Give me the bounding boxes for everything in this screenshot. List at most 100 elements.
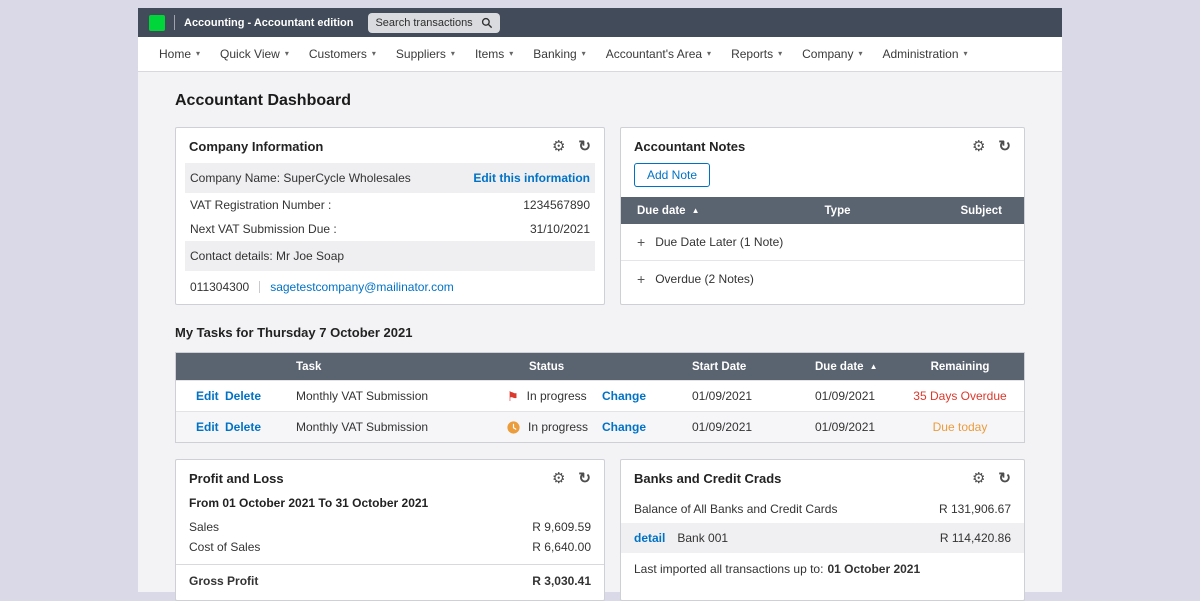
phone-email-row: 011304300 sagetestcompany@mailinator.com [185, 271, 595, 304]
tasks-header-status: Status [502, 361, 596, 373]
task-edit-link[interactable]: Edit [176, 389, 222, 403]
pl-label: Cost of Sales [189, 540, 260, 554]
app-logo [149, 15, 165, 31]
task-remaining: 35 Days Overdue [896, 389, 1024, 403]
pl-total-label: Gross Profit [189, 574, 258, 588]
banks-and-credit-cards-card: Banks and Credit Crads ⚙ ↻ Balance of Al… [620, 459, 1025, 601]
nav-item-company[interactable]: Company▾ [802, 47, 862, 61]
tasks-table: Task Status Start Date Due date ▲ Remain… [175, 352, 1025, 443]
nav-label: Customers [309, 47, 367, 61]
expand-plus-icon[interactable]: + [637, 235, 645, 249]
notes-header-due-date: Due date [637, 205, 686, 217]
nav-label: Accountant's Area [606, 47, 702, 61]
notes-header-subject: Subject [904, 205, 1024, 217]
chevron-down-icon: ▾ [964, 50, 968, 58]
settings-gear-icon[interactable]: ⚙ [552, 471, 565, 486]
app-window: Accounting - Accountant edition Home▾ Qu… [138, 8, 1062, 592]
task-status: In progress [502, 420, 596, 434]
refresh-icon[interactable]: ↻ [998, 139, 1011, 154]
task-edit-link[interactable]: Edit [176, 420, 222, 434]
task-delete-link[interactable]: Delete [222, 389, 288, 403]
settings-gear-icon[interactable]: ⚙ [972, 471, 985, 486]
task-due-date: 01/09/2021 [801, 420, 896, 434]
email-link[interactable]: sagetestcompany@mailinator.com [270, 280, 454, 294]
last-imported-date: 01 October 2021 [827, 562, 920, 576]
card-header: Profit and Loss ⚙ ↻ [176, 460, 604, 495]
search-box[interactable] [368, 13, 500, 33]
nav-item-reports[interactable]: Reports▾ [731, 47, 782, 61]
nav-item-suppliers[interactable]: Suppliers ▾ [396, 47, 455, 61]
note-group-label: Due Date Later (1 Note) [655, 235, 783, 249]
bank-name: Bank 001 [677, 531, 728, 545]
accountant-notes-title: Accountant Notes [634, 139, 745, 154]
nav-item-administration[interactable]: Administration▾ [882, 47, 967, 61]
company-information-title: Company Information [189, 139, 323, 154]
notes-group-overdue[interactable]: + Overdue (2 Notes) [621, 261, 1024, 297]
tasks-header-due-date: Due date [815, 361, 864, 373]
chevron-down-icon: ▾ [196, 50, 200, 58]
card-icons: ⚙ ↻ [552, 139, 591, 154]
next-vat-row: Next VAT Submission Due : 31/10/2021 [185, 217, 595, 241]
edit-company-info-link[interactable]: Edit this information [473, 171, 590, 185]
phone-number: 011304300 [190, 280, 249, 294]
nav-label: Banking [533, 47, 576, 61]
sort-asc-icon: ▲ [692, 207, 700, 215]
bank-account-left: detail Bank 001 [634, 531, 728, 545]
add-note-row: Add Note [621, 163, 1024, 197]
add-note-button[interactable]: Add Note [634, 163, 710, 187]
card-icons: ⚙ ↻ [972, 471, 1011, 486]
nav-label: Suppliers [396, 47, 446, 61]
nav-item-home[interactable]: Home▾ [159, 47, 200, 61]
refresh-icon[interactable]: ↻ [578, 139, 591, 154]
search-input[interactable] [375, 17, 477, 29]
tasks-header-start-date: Start Date [686, 361, 801, 373]
accountant-notes-card: Accountant Notes ⚙ ↻ Add Note Due date ▲… [620, 127, 1025, 305]
task-start-date: 01/09/2021 [686, 389, 801, 403]
card-header: Banks and Credit Crads ⚙ ↻ [621, 460, 1024, 495]
card-header: Accountant Notes ⚙ ↻ [621, 128, 1024, 163]
sort-asc-icon: ▲ [870, 363, 878, 371]
bank-detail-link[interactable]: detail [634, 531, 665, 545]
banks-card-title: Banks and Credit Crads [634, 471, 781, 486]
settings-gear-icon[interactable]: ⚙ [972, 139, 985, 154]
task-change-status-link[interactable]: Change [596, 389, 686, 403]
task-row: Edit Delete Monthly VAT Submission In pr… [176, 411, 1024, 442]
nav-item-items[interactable]: Items▾ [475, 47, 513, 61]
chevron-down-icon: ▾ [372, 50, 376, 58]
notes-group-due-later[interactable]: + Due Date Later (1 Note) [621, 224, 1024, 261]
settings-gear-icon[interactable]: ⚙ [552, 139, 565, 154]
top-bar: Accounting - Accountant edition [138, 8, 1062, 37]
topbar-divider [174, 15, 175, 30]
nav-item-quick-view[interactable]: Quick View▾ [220, 47, 289, 61]
nav-label: Reports [731, 47, 773, 61]
nav-item-accountants-area[interactable]: Accountant's Area▾ [606, 47, 711, 61]
banks-balance-row: Balance of All Banks and Credit Cards R … [621, 495, 1024, 523]
app-title: Accounting - Accountant edition [184, 17, 353, 29]
last-imported-label: Last imported all transactions up to: [634, 562, 823, 576]
expand-plus-icon[interactable]: + [637, 272, 645, 286]
bottom-cards-row: Profit and Loss ⚙ ↻ From 01 October 2021… [175, 459, 1025, 601]
task-name: Monthly VAT Submission [288, 420, 502, 434]
chevron-down-icon: ▾ [451, 50, 455, 58]
vat-number-value: 1234567890 [523, 198, 590, 212]
pl-label: Sales [189, 520, 219, 534]
notes-sort-due-date[interactable]: Due date ▲ [621, 205, 771, 217]
vat-number-label: VAT Registration Number : [190, 198, 331, 212]
task-change-status-link[interactable]: Change [596, 420, 686, 434]
search-icon[interactable] [481, 17, 493, 29]
refresh-icon[interactable]: ↻ [998, 471, 1011, 486]
nav-item-customers[interactable]: Customers ▾ [309, 47, 376, 61]
task-status-label: In progress [527, 389, 587, 403]
task-delete-link[interactable]: Delete [222, 420, 288, 434]
nav-label: Company [802, 47, 853, 61]
profit-and-loss-title: Profit and Loss [189, 471, 284, 486]
nav-item-banking[interactable]: Banking▾ [533, 47, 585, 61]
page-title: Accountant Dashboard [175, 92, 1025, 110]
refresh-icon[interactable]: ↻ [578, 471, 591, 486]
divider [259, 281, 260, 293]
tasks-sort-due-date[interactable]: Due date ▲ [801, 361, 896, 373]
top-cards-row: Company Information ⚙ ↻ Company Name: Su… [175, 127, 1025, 305]
note-group-label: Overdue (2 Notes) [655, 272, 754, 286]
task-name: Monthly VAT Submission [288, 389, 502, 403]
notes-table-header: Due date ▲ Type Subject [621, 197, 1024, 224]
